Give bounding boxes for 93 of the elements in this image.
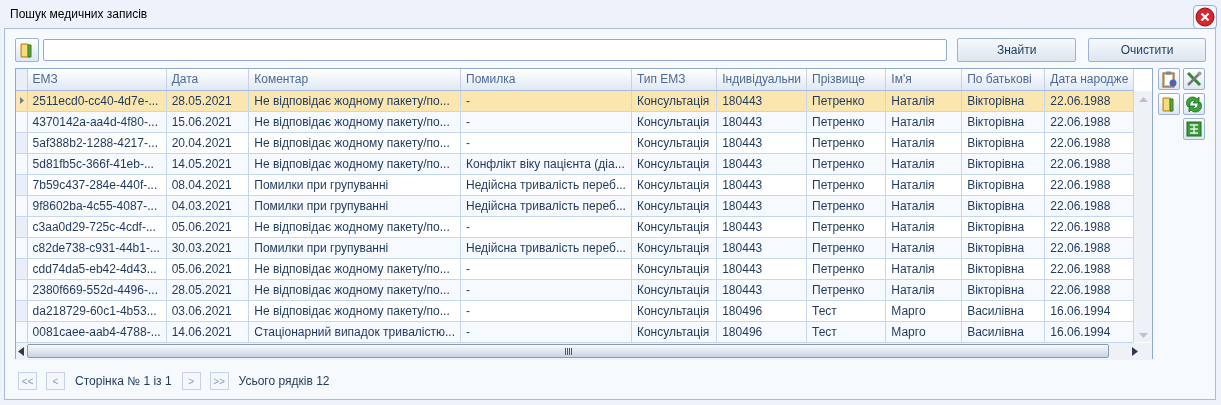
search-field[interactable] [43, 39, 948, 61]
folder-button[interactable] [15, 38, 39, 62]
column-header[interactable]: Ім'я [885, 69, 962, 90]
table-cell: Консультація [631, 174, 717, 195]
table-cell: Консультація [631, 258, 717, 279]
table-cell: Вікторівна [961, 174, 1045, 195]
pager-text: Сторінка № 1 із 1 [75, 374, 172, 388]
table-cell: 03.06.2021 [166, 300, 249, 321]
table-cell: 16.06.1994 [1044, 300, 1134, 321]
table-cell: 5af388b2-1288-4217-... [27, 132, 167, 153]
table-cell: - [460, 132, 632, 153]
tool-button[interactable] [1158, 93, 1180, 115]
table-cell: - [460, 258, 632, 279]
table-cell: 22.06.1988 [1044, 174, 1134, 195]
column-header[interactable]: Дата народже [1044, 69, 1134, 90]
table-cell: 08.04.2021 [166, 174, 249, 195]
column-header[interactable]: Прізвище [806, 69, 886, 90]
tool-button[interactable] [1183, 68, 1205, 90]
spreadsheet-icon [1185, 120, 1203, 138]
table-cell: Вікторівна [961, 132, 1045, 153]
pager-text: Усього рядків 12 [238, 374, 330, 388]
tool-button[interactable] [1183, 118, 1205, 140]
table-cell: - [460, 300, 632, 321]
column-header[interactable]: ЕМЗ [27, 69, 167, 90]
table-cell: Помилки при групуванні [248, 237, 461, 258]
column-header[interactable]: Помилка [460, 69, 632, 90]
grip-icon [564, 347, 572, 355]
vertical-scrollbar[interactable] [1134, 91, 1152, 342]
close-button[interactable] [1193, 5, 1217, 29]
table-cell: Наталія [885, 216, 962, 237]
scroll-left-icon[interactable] [18, 346, 24, 356]
scroll-right-icon[interactable] [1132, 346, 1138, 356]
column-header[interactable]: Тип ЕМЗ [631, 69, 717, 90]
column-header[interactable]: По батькові [961, 69, 1045, 90]
table-cell: 05.06.2021 [166, 216, 249, 237]
table-cell: 180443 [716, 258, 807, 279]
scroll-up-icon [1138, 97, 1148, 102]
column-header[interactable]: Дата [166, 69, 249, 90]
table-cell: 05.06.2021 [166, 258, 249, 279]
table-cell: 180443 [716, 132, 807, 153]
table-cell: Не відповідає жодному пакету/по... [248, 153, 461, 174]
tool-button[interactable] [1158, 68, 1180, 90]
table-cell: Консультація [631, 216, 717, 237]
table-cell: Не відповідає жодному пакету/по... [248, 300, 461, 321]
table-cell: Тест [806, 300, 886, 321]
table-cell: Петренко [806, 216, 886, 237]
table-cell: Наталія [885, 132, 962, 153]
horizontal-scrollbar[interactable] [27, 344, 1109, 358]
table-cell: 7b59c437-284e-440f-... [27, 174, 167, 195]
tool-button[interactable] [1183, 93, 1205, 115]
table-cell: c3aa0d29-725c-4cdf-... [27, 216, 167, 237]
table-cell: Не відповідає жодному пакету/по... [248, 258, 461, 279]
table-cell: Не відповідає жодному пакету/по... [248, 90, 461, 111]
table-cell: Недійсна тривалість переб... [460, 174, 632, 195]
table-cell: Марго [885, 300, 962, 321]
table-cell: Наталія [885, 258, 962, 279]
table-cell: 180443 [716, 216, 807, 237]
table-cell: 180496 [716, 300, 807, 321]
table-cell: Стаціонарний випадок тривалістю... [248, 321, 461, 342]
table-cell: - [460, 216, 632, 237]
window-title: Пошук медичних записів [10, 7, 148, 21]
table-cell: 180443 [716, 174, 807, 195]
find-button[interactable]: Знайти [957, 38, 1077, 62]
clipboard-icon [1160, 70, 1178, 88]
table-cell: Помилки при групуванні [248, 174, 461, 195]
table-cell: Петренко [806, 258, 886, 279]
table-cell: 22.06.1988 [1044, 216, 1134, 237]
scroll-down-icon [1138, 333, 1148, 338]
table-cell: 22.06.1988 [1044, 132, 1134, 153]
table-cell: cdd74da5-eb42-4d43... [27, 258, 167, 279]
tools-icon [1185, 70, 1203, 88]
row-pointer-icon [20, 97, 24, 104]
clear-button[interactable]: Очистити [1088, 38, 1206, 62]
table-cell: Василівна [961, 300, 1045, 321]
table-cell: Не відповідає жодному пакету/по... [248, 111, 461, 132]
table-cell: Вікторівна [961, 216, 1045, 237]
table-cell: Не відповідає жодному пакету/по... [248, 279, 461, 300]
close-icon [1195, 7, 1215, 27]
table-cell: Наталія [885, 174, 962, 195]
table-cell: Петренко [806, 174, 886, 195]
table-cell: 22.06.1988 [1044, 258, 1134, 279]
table-cell: Не відповідає жодному пакету/по... [248, 216, 461, 237]
column-header[interactable]: Індивідуальни [716, 69, 807, 90]
table-cell: 20.04.2021 [166, 132, 249, 153]
table-cell: Помилки при групуванні [248, 195, 461, 216]
table-cell: Петренко [806, 132, 886, 153]
table-cell: Консультація [631, 132, 717, 153]
arrows-icon [1185, 95, 1203, 113]
column-header[interactable]: Коментар [248, 69, 461, 90]
table-cell: Консультація [631, 300, 717, 321]
table-cell: Не відповідає жодному пакету/по... [248, 132, 461, 153]
table-cell: da218729-60c1-4b53... [27, 300, 167, 321]
table-cell: Вікторівна [961, 258, 1045, 279]
